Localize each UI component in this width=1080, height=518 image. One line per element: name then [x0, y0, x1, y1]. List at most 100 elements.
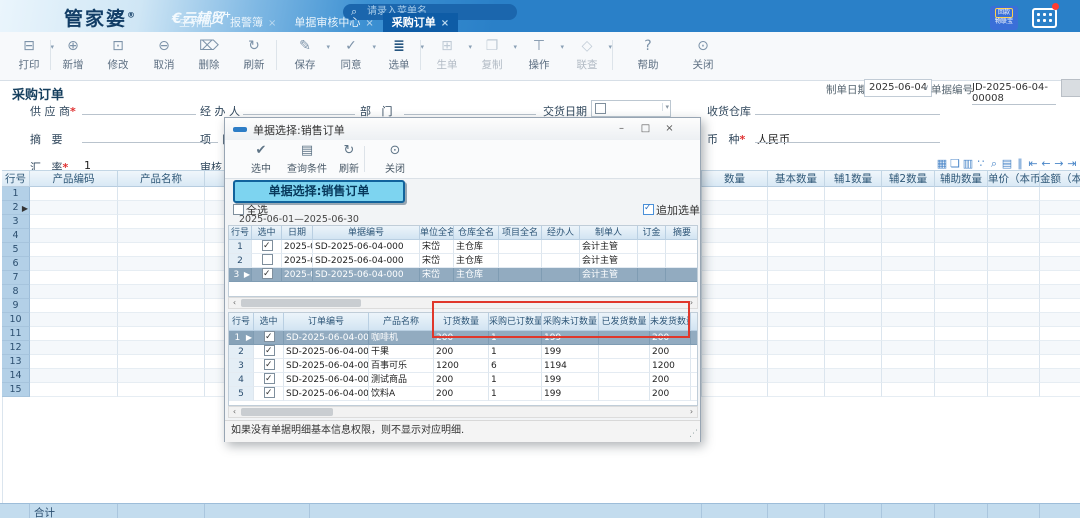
grid-row-number[interactable]: 10	[2, 313, 30, 327]
grid-cell[interactable]	[768, 299, 825, 313]
grid-cell[interactable]	[30, 201, 118, 215]
cell-checked[interactable]	[254, 331, 284, 345]
scroll-right-icon[interactable]: ›	[686, 407, 697, 417]
grid-cell[interactable]	[882, 201, 935, 215]
toolbar-button-approve[interactable]: ✓同意▾	[330, 37, 372, 72]
grid-cell[interactable]	[702, 369, 768, 383]
cell-shipped[interactable]	[599, 331, 650, 345]
cell-qty[interactable]: 200	[434, 331, 489, 345]
summary-input[interactable]	[82, 128, 218, 143]
grid-cell[interactable]	[988, 271, 1040, 285]
grid-cell[interactable]	[988, 243, 1040, 257]
cell-memo[interactable]	[666, 268, 698, 282]
scroll-right-icon[interactable]: ›	[686, 298, 697, 308]
toolbar-button-save[interactable]: ✎保存▾	[284, 37, 326, 72]
grid-cell[interactable]	[935, 257, 988, 271]
tab-close-icon[interactable]: ×	[268, 18, 276, 29]
grid-cell[interactable]	[118, 341, 205, 355]
dropdown-caret-icon[interactable]: ▾	[513, 43, 517, 51]
toolbar-button-close[interactable]: ⊙关闭	[682, 37, 724, 72]
tab-主界面[interactable]: 主界面	[170, 13, 221, 32]
toolbar-button-pick-order[interactable]: ≣选单▾	[378, 37, 420, 72]
grid-cell[interactable]	[768, 229, 825, 243]
cell-checked[interactable]	[252, 268, 282, 282]
grid-cell[interactable]	[30, 355, 118, 369]
delivery-date-checkbox[interactable]	[595, 103, 606, 114]
cell-unshipped[interactable]: 200	[650, 387, 691, 401]
grid-cell[interactable]	[118, 243, 205, 257]
grid-cell[interactable]	[702, 243, 768, 257]
grid-cell[interactable]	[768, 215, 825, 229]
grid-cell[interactable]	[30, 257, 118, 271]
grid-cell[interactable]	[1040, 327, 1080, 341]
grid-cell[interactable]	[1040, 299, 1080, 313]
grid-row-number[interactable]: 4	[2, 229, 30, 243]
cell-warehouse[interactable]: 主仓库	[454, 240, 499, 254]
cell-deposit[interactable]	[638, 268, 666, 282]
cell-unshipped[interactable]: 200	[650, 345, 691, 359]
grid-cell[interactable]	[768, 341, 825, 355]
grid-cell[interactable]	[935, 327, 988, 341]
grid-cell[interactable]	[702, 215, 768, 229]
grid-cell[interactable]	[882, 285, 935, 299]
grid-cell[interactable]	[1040, 271, 1080, 285]
grid-cell[interactable]	[825, 341, 882, 355]
bar-chart-icon[interactable]: ▥	[962, 157, 974, 170]
cell-checked[interactable]	[252, 254, 282, 268]
grid-cell[interactable]	[935, 201, 988, 215]
grid-cell[interactable]	[882, 383, 935, 397]
contacts-icon[interactable]: ∵	[975, 157, 987, 170]
grid-cell[interactable]	[825, 201, 882, 215]
grid-cell[interactable]	[935, 299, 988, 313]
scrollbar-thumb[interactable]	[241, 408, 333, 416]
cell-deposit[interactable]	[638, 254, 666, 268]
row-checkbox[interactable]	[262, 268, 273, 279]
cell-no[interactable]: 2	[229, 345, 254, 359]
cell-qty[interactable]: 200	[434, 373, 489, 387]
grid-cell[interactable]	[935, 383, 988, 397]
calendar-icon[interactable]	[1032, 8, 1057, 28]
grid-row-number[interactable]: 13	[2, 355, 30, 369]
grid-cell[interactable]	[825, 313, 882, 327]
cell-order_no[interactable]: SD-2025-06-04-000	[284, 359, 369, 373]
cell-date[interactable]: 2025-06-04	[282, 254, 313, 268]
row-checkbox[interactable]	[264, 387, 275, 398]
table-view-icon[interactable]: ▤	[1001, 157, 1013, 170]
exchange-rate-input[interactable]	[82, 156, 218, 171]
toolbar-button-delete[interactable]: ⌦删除	[188, 37, 230, 72]
cell-maker[interactable]: 会计主管	[580, 240, 638, 254]
grid-cell[interactable]	[30, 229, 118, 243]
grid-cell[interactable]	[702, 285, 768, 299]
dialog-toolbar-button-close[interactable]: ⊙关闭	[371, 143, 419, 175]
row-checkbox[interactable]	[264, 331, 275, 342]
cell-no[interactable]: 3	[229, 359, 254, 373]
grid-cell[interactable]	[118, 201, 205, 215]
maximize-button[interactable]: □	[637, 121, 654, 136]
grid-cell[interactable]	[825, 383, 882, 397]
grid-cell[interactable]	[935, 229, 988, 243]
cell-unshipped[interactable]: 200	[650, 373, 691, 387]
grid-cell[interactable]	[30, 327, 118, 341]
grid-row-number[interactable]: 9	[2, 299, 30, 313]
cell-handler[interactable]	[542, 268, 580, 282]
cell-order_no[interactable]: SD-2025-06-04-000	[284, 331, 369, 345]
cell-maker[interactable]: 会计主管	[580, 268, 638, 282]
cell-shipped[interactable]	[599, 345, 650, 359]
grid-cell[interactable]	[882, 355, 935, 369]
doc-no-extra-button[interactable]	[1061, 79, 1080, 97]
cell-warehouse[interactable]: 主仓库	[454, 268, 499, 282]
cell-no[interactable]: 2	[229, 254, 252, 268]
grid-cell[interactable]	[882, 243, 935, 257]
grid-cell[interactable]	[882, 187, 935, 201]
tab-close-icon[interactable]: ×	[441, 18, 449, 29]
cell-no[interactable]: 1	[229, 240, 252, 254]
cell-memo[interactable]	[666, 240, 698, 254]
tab-close-icon[interactable]: ×	[365, 18, 373, 29]
grid-cell[interactable]	[30, 299, 118, 313]
grid-cell[interactable]	[1040, 383, 1080, 397]
grid-cell[interactable]	[1040, 257, 1080, 271]
cell-po_ordered[interactable]: 1	[489, 373, 542, 387]
grid-cell[interactable]	[988, 327, 1040, 341]
delivery-date-field[interactable]: ▾	[591, 100, 671, 117]
cell-po_unordered[interactable]: 199	[542, 345, 599, 359]
